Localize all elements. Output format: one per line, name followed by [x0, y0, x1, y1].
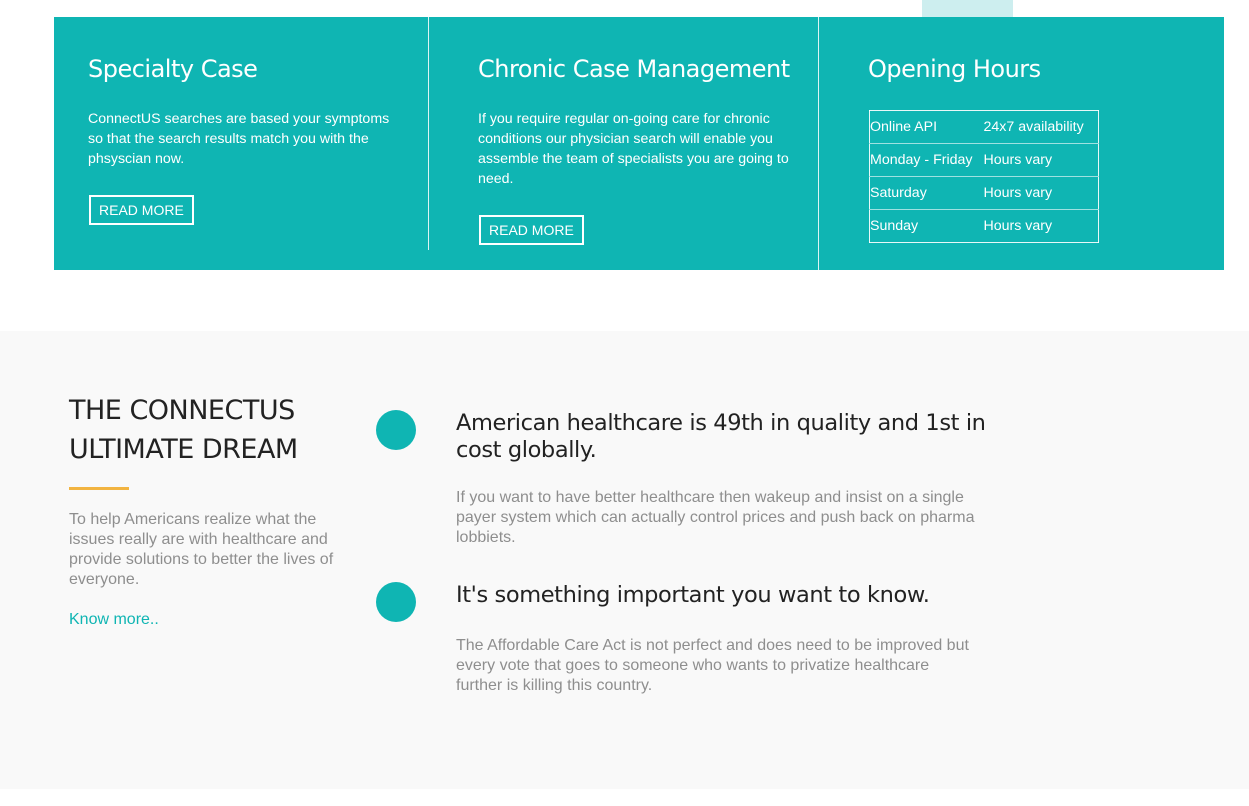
hours-value-cell: Hours vary — [983, 143, 1099, 177]
dream-description: To help Americans realize what the issue… — [69, 511, 334, 588]
feature-text: The Affordable Care Act is not perfect a… — [456, 637, 969, 694]
specialty-read-more-button[interactable]: READ MORE — [89, 195, 194, 225]
feature-text: If you want to have better healthcare th… — [456, 489, 975, 546]
chronic-case-title: Chronic Case Management — [478, 55, 790, 83]
feature-title: American healthcare is 49th in quality a… — [456, 410, 986, 463]
opening-hours-table: Online API 24x7 availability Monday - Fr… — [869, 110, 1099, 243]
top-accent-tab — [922, 0, 1013, 17]
chronic-case-column: Chronic Case Management If you require r… — [429, 17, 819, 270]
hours-day-cell: Online API — [870, 119, 938, 135]
dream-title: THE CONNECTUS ULTIMATE DREAM — [69, 391, 359, 469]
table-row: Online API 24x7 availability — [870, 111, 1099, 144]
chronic-case-text: If you require regular on-going care for… — [478, 111, 789, 187]
bullet-circle-icon — [376, 410, 416, 450]
opening-hours-column: Opening Hours Online API 24x7 availabili… — [819, 17, 1224, 270]
hours-day-cell: Saturday — [869, 176, 984, 210]
table-row: Sunday Hours vary — [869, 209, 1099, 243]
services-panel: Specialty Case ConnectUS searches are ba… — [54, 17, 1224, 270]
dream-title-line-2: ULTIMATE DREAM — [69, 434, 298, 465]
hours-day-cell: Monday - Friday — [869, 143, 984, 177]
specialty-case-column: Specialty Case ConnectUS searches are ba… — [54, 17, 429, 250]
opening-hours-title: Opening Hours — [868, 55, 1041, 83]
table-row: Saturday Hours vary — [869, 176, 1099, 210]
specialty-case-title: Specialty Case — [88, 55, 258, 83]
bullet-circle-icon — [376, 582, 416, 622]
feature-title: It's something important you want to kno… — [456, 582, 930, 608]
ultimate-dream-section: THE CONNECTUS ULTIMATE DREAM To help Ame… — [0, 331, 1249, 789]
hours-value-cell: Hours vary — [983, 209, 1099, 243]
table-row: Monday - Friday Hours vary — [869, 143, 1099, 177]
title-divider — [69, 487, 129, 490]
hours-value-cell: 24x7 availability — [983, 119, 1084, 135]
hours-value-cell: Hours vary — [983, 176, 1099, 210]
know-more-link[interactable]: Know more.. — [69, 611, 159, 629]
specialty-case-text: ConnectUS searches are based your sympto… — [88, 111, 390, 167]
dream-title-line-1: THE CONNECTUS — [69, 395, 295, 426]
chronic-read-more-button[interactable]: READ MORE — [479, 215, 584, 245]
hours-day-cell: Sunday — [869, 209, 984, 243]
